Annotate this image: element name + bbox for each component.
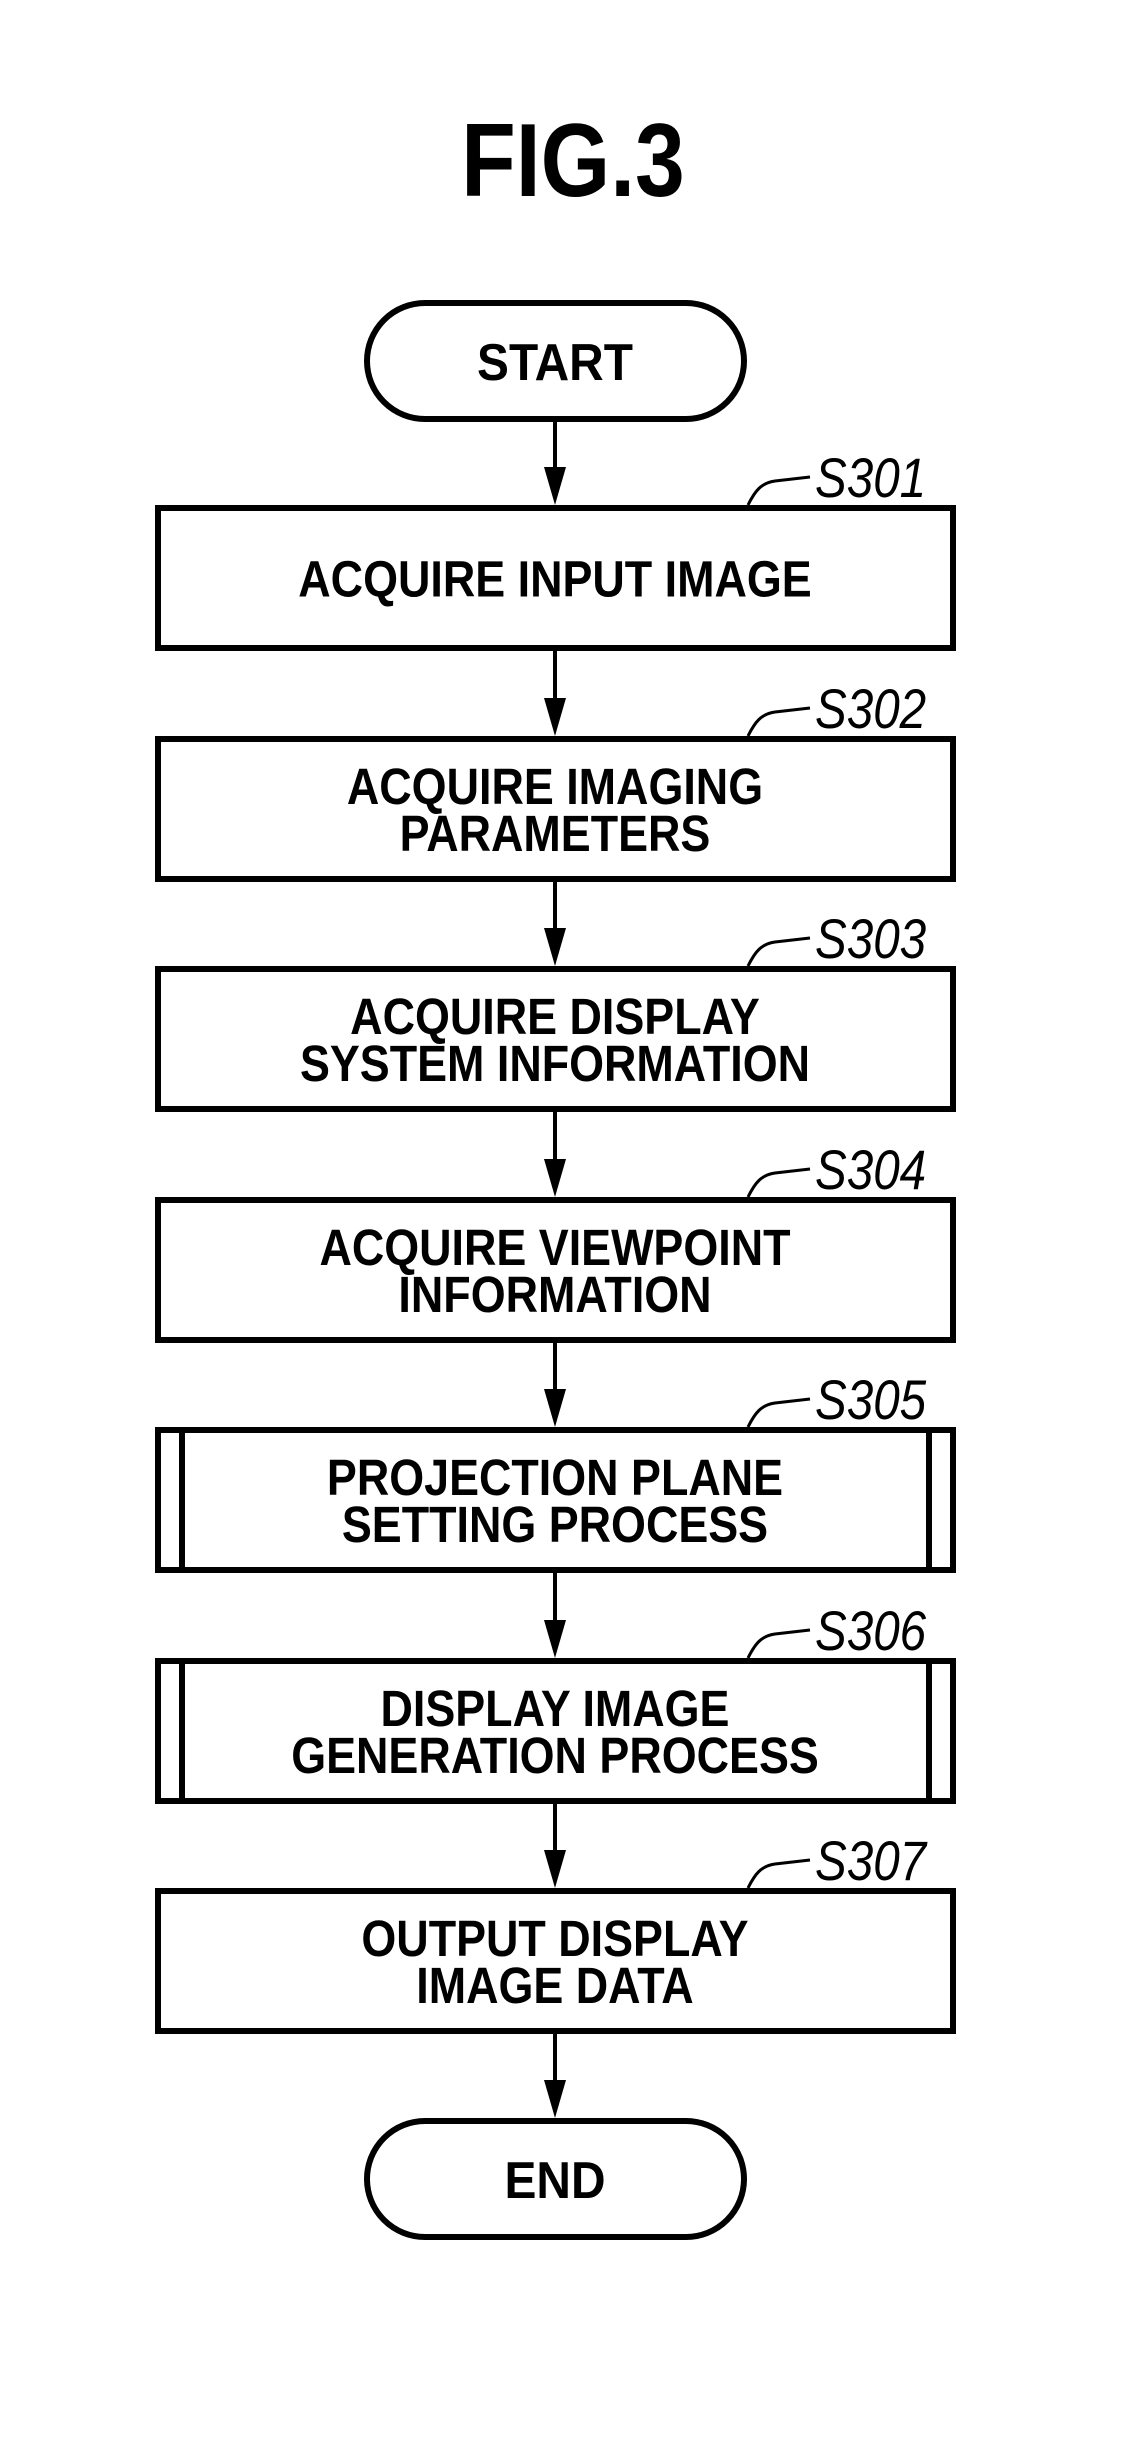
figure-title: FIG.3 xyxy=(461,102,685,219)
start-terminal: START xyxy=(364,300,747,422)
start-terminal-label: START xyxy=(477,333,633,391)
arrow-head-icon xyxy=(544,1389,566,1427)
step-label-leader xyxy=(746,1397,811,1428)
flow-arrow xyxy=(544,422,566,505)
step-id-label: S306 xyxy=(815,1600,926,1662)
arrow-head-icon xyxy=(544,2080,566,2118)
step-label-leader xyxy=(746,1628,811,1659)
flow-arrow xyxy=(544,882,566,966)
arrow-head-icon xyxy=(544,467,566,505)
flow-arrow xyxy=(544,1804,566,1888)
flow-arrow xyxy=(544,1112,566,1197)
arrow-head-icon xyxy=(544,698,566,736)
end-terminal-label: END xyxy=(505,2151,606,2209)
step-text: SYSTEM INFORMATION xyxy=(300,1036,810,1092)
step-text: INFORMATION xyxy=(398,1267,711,1323)
arrow-head-icon xyxy=(544,1620,566,1658)
flow-arrow xyxy=(544,1343,566,1427)
step-id-label: S303 xyxy=(815,908,926,970)
step-label-leader xyxy=(746,936,811,967)
step-text: ACQUIRE INPUT IMAGE xyxy=(298,552,811,608)
step-id-label: S305 xyxy=(815,1369,927,1431)
flowchart-nodes: STARTACQUIRE INPUT IMAGES301ACQUIRE IMAG… xyxy=(155,300,956,2240)
step-label-leader xyxy=(746,1858,811,1889)
step-label-leader xyxy=(746,706,811,737)
step-id-label: S301 xyxy=(815,447,926,509)
step-id-label: S302 xyxy=(815,678,926,740)
step-text: PARAMETERS xyxy=(400,806,711,862)
step-text: IMAGE DATA xyxy=(416,1958,693,2014)
flow-arrow xyxy=(544,1573,566,1658)
arrow-head-icon xyxy=(544,1850,566,1888)
flow-arrow xyxy=(544,2034,566,2118)
flowchart-figure: FIG.3 STARTACQUIRE INPUT IMAGES301ACQUIR… xyxy=(155,102,956,2240)
step-label-leader xyxy=(746,475,811,506)
step-id-label: S307 xyxy=(815,1830,928,1892)
arrow-head-icon xyxy=(544,928,566,966)
step-label-leader xyxy=(746,1167,811,1198)
step-id-label: S304 xyxy=(815,1139,926,1201)
flow-arrow xyxy=(544,651,566,736)
step-text: SETTING PROCESS xyxy=(342,1497,768,1553)
end-terminal: END xyxy=(364,2118,747,2240)
arrow-head-icon xyxy=(544,1159,566,1197)
step-text: GENERATION PROCESS xyxy=(291,1728,819,1784)
